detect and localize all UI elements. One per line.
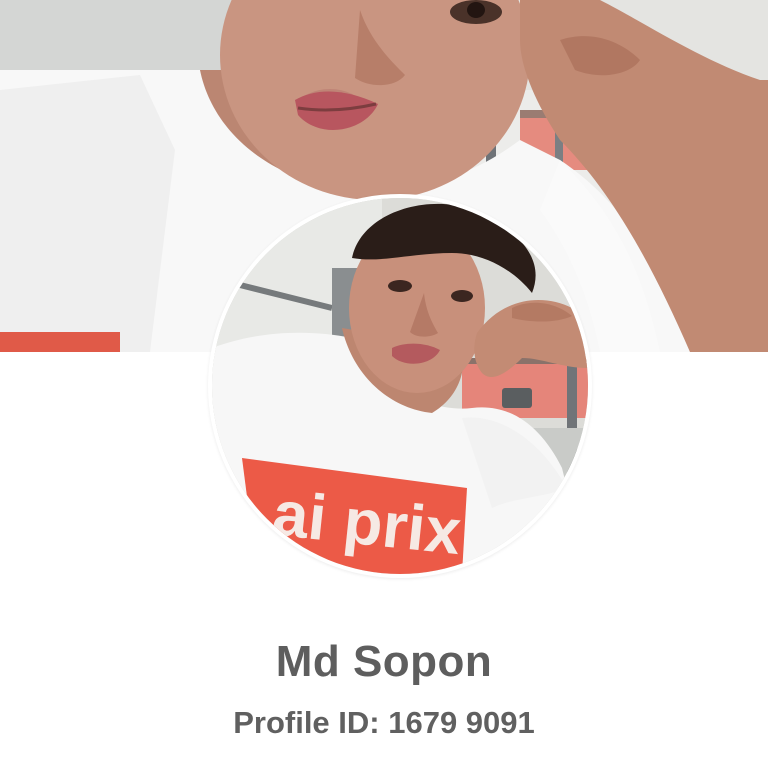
- profile-name: Md Sopon: [275, 637, 493, 686]
- profile-id: Profile ID: 1679 9091: [0, 701, 768, 745]
- profile-header: ai prix Md Sopon Profile ID: 1679 9091: [0, 0, 768, 777]
- profile-id-value: 1679 9091: [388, 705, 535, 740]
- avatar-photo-image: ai prix: [212, 198, 588, 574]
- avatar[interactable]: ai prix: [208, 194, 592, 578]
- avatar-photo: ai prix: [212, 198, 588, 574]
- profile-id-label: Profile ID:: [233, 705, 380, 740]
